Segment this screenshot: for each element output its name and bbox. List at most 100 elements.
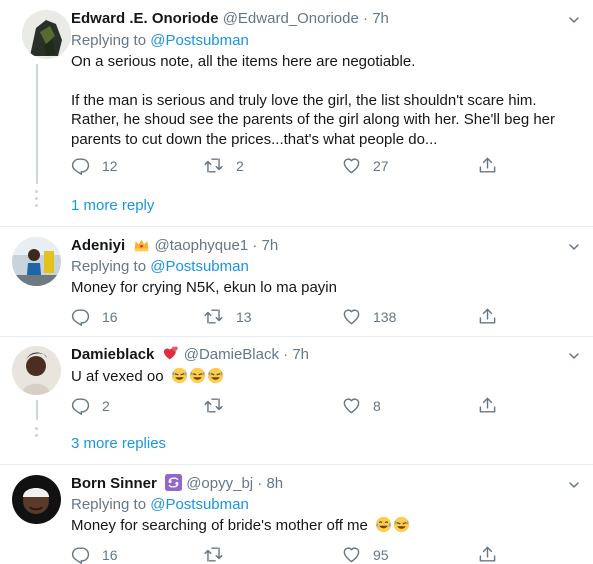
chevron-down-icon[interactable] — [566, 239, 582, 255]
thread-line — [36, 64, 38, 184]
separator-dot: · — [252, 237, 258, 254]
tweet-header: Adeniyi @taophyque1 · 7h — [71, 236, 278, 256]
tweet-text-body: U af vexed oo — [71, 368, 164, 385]
heart-icon — [342, 396, 361, 415]
replying-to-label: Replying to — [71, 258, 147, 275]
cancer-zodiac-emoji — [165, 474, 183, 491]
retweet-count: 2 — [236, 157, 244, 174]
heart-emoji — [163, 345, 180, 362]
separator-dot: · — [257, 475, 263, 492]
replying-to-handle[interactable]: @Postsubman — [150, 32, 249, 49]
timestamp[interactable]: 7h — [292, 346, 309, 363]
show-more-replies[interactable]: 3 more replies — [71, 434, 166, 454]
like-button[interactable]: 27 — [342, 156, 389, 175]
user-handle[interactable]: @DamieBlack — [184, 346, 279, 363]
display-name[interactable]: Adeniyi — [71, 237, 125, 254]
thread-line — [36, 400, 38, 420]
retweet-button[interactable] — [203, 545, 236, 564]
tweet-header: Born Sinner @opyy_bj · 8h — [71, 474, 283, 494]
tweet-text: U af vexed oo — [71, 367, 224, 387]
replying-to-label: Replying to — [71, 496, 147, 513]
timestamp[interactable]: 7h — [372, 10, 389, 27]
rofl-emoji — [171, 367, 188, 384]
avatar[interactable] — [12, 475, 61, 524]
replying-to-label: Replying to — [71, 32, 147, 49]
heart-icon — [342, 307, 361, 326]
reply-icon — [71, 307, 90, 326]
display-name[interactable]: Edward .E. Onoriode — [71, 10, 219, 27]
timestamp[interactable]: 7h — [262, 237, 279, 254]
like-button[interactable]: 95 — [342, 545, 389, 564]
share-icon — [478, 396, 497, 415]
rofl-emoji — [207, 367, 224, 384]
chevron-down-icon[interactable] — [566, 477, 582, 493]
tweet-text: Money for searching of bride's mother of… — [71, 516, 410, 536]
like-count: 8 — [373, 397, 381, 414]
tweet-text: On a serious note, all the items here ar… — [71, 52, 571, 149]
share-icon — [478, 307, 497, 326]
avatar[interactable] — [22, 10, 71, 59]
avatar[interactable] — [12, 237, 61, 286]
thread-dots — [35, 190, 39, 211]
replying-to: Replying to @Postsubman — [71, 495, 249, 515]
retweet-button[interactable]: 13 — [203, 307, 252, 326]
share-icon — [478, 156, 497, 175]
like-button[interactable]: 138 — [342, 307, 396, 326]
reply-count: 12 — [102, 157, 118, 174]
retweet-button[interactable] — [203, 396, 236, 415]
like-count: 27 — [373, 157, 389, 174]
reply-count: 2 — [102, 397, 110, 414]
chevron-down-icon[interactable] — [566, 348, 582, 364]
rofl-emoji — [189, 367, 206, 384]
like-count: 138 — [373, 308, 397, 325]
share-button[interactable] — [478, 396, 497, 415]
display-name[interactable]: Born Sinner — [71, 475, 157, 492]
separator-dot: · — [283, 346, 289, 363]
divider — [0, 464, 593, 465]
retweet-button[interactable]: 2 — [203, 156, 244, 175]
retweet-icon — [203, 307, 224, 326]
tweet-paragraph: On a serious note, all the items here ar… — [71, 53, 416, 70]
replying-to-handle[interactable]: @Postsubman — [150, 258, 249, 275]
tweet-header: Damieblack @DamieBlack · 7h — [71, 345, 309, 365]
replying-to: Replying to @Postsubman — [71, 257, 249, 277]
show-more-replies[interactable]: 1 more reply — [71, 196, 154, 216]
tweet-text-body: Money for searching of bride's mother of… — [71, 517, 368, 534]
like-count: 95 — [373, 546, 389, 563]
reply-button[interactable]: 2 — [71, 396, 110, 415]
retweet-icon — [203, 545, 224, 564]
retweet-icon — [203, 156, 224, 175]
share-button[interactable] — [478, 156, 497, 175]
display-name[interactable]: Damieblack — [71, 346, 154, 363]
reply-count: 16 — [102, 546, 118, 563]
heart-icon — [342, 156, 361, 175]
like-button[interactable]: 8 — [342, 396, 381, 415]
thread-dots — [35, 427, 39, 441]
user-handle[interactable]: @Edward_Onoriode — [223, 10, 359, 27]
user-handle[interactable]: @taophyque1 — [155, 237, 249, 254]
user-handle[interactable]: @opyy_bj — [186, 475, 253, 492]
replying-to-handle[interactable]: @Postsubman — [150, 496, 249, 513]
reply-button[interactable]: 16 — [71, 545, 118, 564]
divider — [0, 226, 593, 227]
reply-button[interactable]: 16 — [71, 307, 118, 326]
heart-icon — [342, 545, 361, 564]
chevron-down-icon[interactable] — [566, 12, 582, 28]
tweet-header: Edward .E. Onoriode @Edward_Onoriode · 7… — [71, 9, 389, 29]
reply-count: 16 — [102, 308, 118, 325]
replying-to: Replying to @Postsubman — [71, 31, 249, 51]
reply-icon — [71, 156, 90, 175]
crown-emoji — [133, 236, 150, 253]
reply-button[interactable]: 12 — [71, 156, 118, 175]
share-button[interactable] — [478, 307, 497, 326]
joy-emoji — [375, 516, 392, 533]
retweet-count: 13 — [236, 308, 252, 325]
avatar[interactable] — [12, 346, 61, 395]
share-button[interactable] — [478, 545, 497, 564]
timestamp[interactable]: 8h — [266, 475, 283, 492]
share-icon — [478, 545, 497, 564]
reply-icon — [71, 396, 90, 415]
divider — [0, 336, 593, 337]
separator-dot: · — [363, 10, 369, 27]
retweet-icon — [203, 396, 224, 415]
